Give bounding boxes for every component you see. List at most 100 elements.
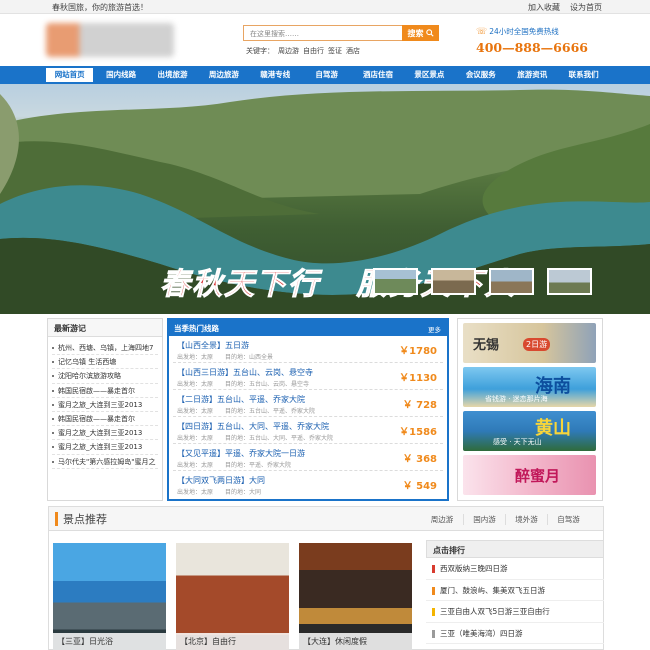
- ranking-title: 点击排行: [426, 540, 604, 558]
- route-item[interactable]: 【二日游】五台山、平遥、乔家大院 出发地：太原 目的地：五台山、平遥、乔家大院 …: [173, 390, 443, 417]
- promo-title: 无锡: [473, 338, 500, 353]
- route-item[interactable]: 【四日游】五台山、大同、平遥、乔家大院 出发地：太原 目的地：五台山、大同、平遥…: [173, 417, 443, 444]
- journals-title: 最新游记: [48, 319, 162, 337]
- keyword-link[interactable]: 酒店: [346, 46, 360, 56]
- hotline-label-text: 24小时全国免费热线: [489, 27, 559, 36]
- route-name[interactable]: 【山西全景】五日游: [177, 340, 249, 351]
- scenic-tabs: 周边游 国内游 境外游 自驾游: [421, 514, 589, 525]
- promo-banner-huangshan[interactable]: 黄山 感受 · 天下无山: [463, 411, 596, 451]
- journal-item[interactable]: 杭州、西塘、乌镇，上海四地7: [52, 341, 158, 356]
- hot-routes-title: 当季热门线路: [174, 324, 219, 333]
- route-price: ￥1586: [399, 427, 437, 438]
- journal-item[interactable]: 蜜月之旅_大连到三亚2013: [52, 426, 158, 441]
- route-price: ￥1130: [399, 373, 437, 384]
- scenic-photo-dalian[interactable]: 【大连】休闲度假: [299, 543, 412, 650]
- route-name[interactable]: 【山西三日游】五台山、云岗、悬空寺: [177, 367, 313, 378]
- route-name[interactable]: 【四日游】五台山、大同、平遥、乔家大院: [177, 421, 329, 432]
- welcome-text: 春秋国旅，你的旅游首选！: [52, 3, 148, 12]
- tab-domestic[interactable]: 国内游: [463, 514, 505, 525]
- site-logo[interactable]: [46, 23, 174, 57]
- scenic-photo-sanya[interactable]: 【三亚】日光浴: [53, 543, 166, 650]
- ranking-item[interactable]: 厦门、鼓浪屿、集美双飞五日游: [426, 580, 604, 601]
- promo-banner-wuxi[interactable]: 无锡 2日游: [463, 323, 596, 363]
- ranking-item[interactable]: 三亚自由人双飞5日游三亚自由行: [426, 601, 604, 623]
- route-price: ￥ 728: [402, 400, 437, 411]
- latest-journals-panel: 最新游记 杭州、西塘、乌镇，上海四地7 记忆乌镇 生活西塘 沈阳哈尔滨旅游攻略 …: [47, 318, 163, 501]
- route-meta: 出发地：太原 目的地：平遥、乔家大院: [177, 462, 292, 469]
- nav-item-selfdrive[interactable]: 自驾游: [301, 66, 352, 84]
- tab-overseas[interactable]: 境外游: [505, 514, 547, 525]
- search-button[interactable]: 搜索: [402, 25, 439, 41]
- tab-nearby[interactable]: 周边游: [421, 514, 463, 525]
- route-name[interactable]: 【大同双飞两日游】大同: [177, 475, 265, 486]
- keywords-label: 关键字：: [246, 47, 274, 55]
- route-meta: 出发地：太原 目的地：五台山、平遥、乔家大院: [177, 408, 316, 415]
- scenic-photo-beijing[interactable]: 【北京】自由行: [176, 543, 289, 650]
- route-meta: 出发地：太原 目的地：大同: [177, 489, 262, 496]
- journal-item[interactable]: 记忆乌镇 生活西塘: [52, 355, 158, 370]
- banner-thumbnail[interactable]: [547, 268, 592, 295]
- nav-item-home[interactable]: 网站首页: [44, 66, 96, 84]
- hot-routes-panel: 当季热门线路 更多 【山西全景】五日游 出发地：太原 目的地：山西全景 ￥178…: [167, 318, 449, 501]
- route-item[interactable]: 【又见平遥】平遥、乔家大院一日游 出发地：太原 目的地：平遥、乔家大院 ￥ 36…: [173, 444, 443, 471]
- ranking-item[interactable]: 三亚（唯美海湾）四日游: [426, 623, 604, 644]
- nav-item-news[interactable]: 旅游资讯: [507, 66, 558, 84]
- set-homepage-link[interactable]: 设为首页: [570, 2, 602, 13]
- scenic-header: 景点推荐 周边游 国内游 境外游 自驾游: [49, 507, 603, 531]
- nav-item-contact[interactable]: 联系我们: [558, 66, 609, 84]
- bookmark-link[interactable]: 加入收藏: [528, 2, 560, 13]
- journal-item[interactable]: 沈阳哈尔滨旅游攻略: [52, 369, 158, 384]
- main-nav: 网站首页 国内线路 出境旅游 周边旅游 赣港专线 自驾游 酒店住宿 景区景点 会…: [0, 66, 650, 84]
- nav-item-nearby[interactable]: 周边旅游: [198, 66, 249, 84]
- journal-item[interactable]: 韩国民宿啟——暴走首尔: [52, 412, 158, 427]
- banner-thumbnail[interactable]: [373, 268, 418, 295]
- hotline-number: 400—888—6666: [476, 40, 588, 55]
- journal-item[interactable]: 蜜月之旅_大连到三亚2013: [52, 398, 158, 412]
- promo-banner-hainan[interactable]: 海南 省钱游 · 迷恋那片海: [463, 367, 596, 407]
- more-link[interactable]: 更多: [428, 324, 441, 334]
- promo-subtitle: 省钱游 · 迷恋那片海: [485, 395, 548, 403]
- nav-item-special[interactable]: 赣港专线: [250, 66, 301, 84]
- nav-item-domestic[interactable]: 国内线路: [95, 66, 146, 84]
- route-item[interactable]: 【山西全景】五日游 出发地：太原 目的地：山西全景 ￥1780: [173, 336, 443, 363]
- route-meta: 出发地：太原 目的地：五台山、大同、平遥、乔家大院: [177, 435, 334, 442]
- route-name[interactable]: 【二日游】五台山、平遥、乔家大院: [177, 394, 305, 405]
- nav-item-hotel[interactable]: 酒店住宿: [352, 66, 403, 84]
- header: 在这里搜索…… 搜索 关键字： 周边游 自由行 签证 酒店 ☏ 24小时全国免费…: [0, 15, 650, 65]
- route-price: ￥1780: [399, 346, 437, 357]
- ranking-item[interactable]: 西双版纳三晚四日游: [426, 558, 604, 580]
- phone-icon: ☏: [476, 26, 488, 37]
- search-button-label: 搜索: [407, 28, 424, 38]
- banner-thumbnail[interactable]: [489, 268, 534, 295]
- journal-item[interactable]: 韩国民宿啟——暴走首尔: [52, 384, 158, 398]
- keyword-link[interactable]: 自由行: [303, 46, 324, 56]
- keyword-link[interactable]: 签证: [328, 46, 342, 56]
- promo-title: 醉蜜月: [515, 467, 561, 485]
- search-input[interactable]: 在这里搜索……: [243, 25, 403, 41]
- promo-banner-honeymoon[interactable]: 醉蜜月: [463, 455, 596, 495]
- journal-item[interactable]: 马尔代夫"第六感拉姆岛"蜜月之: [52, 455, 158, 469]
- search-keywords: 关键字： 周边游 自由行 签证 酒店: [246, 46, 360, 56]
- promo-subtitle: 2日游: [523, 338, 551, 351]
- nav-item-scenic[interactable]: 景区景点: [404, 66, 455, 84]
- scenic-title: 景点推荐: [63, 513, 107, 526]
- route-price: ￥ 549: [402, 481, 437, 492]
- nav-item-outbound[interactable]: 出境旅游: [147, 66, 198, 84]
- hotline-label: ☏ 24小时全国免费热线: [476, 26, 559, 37]
- banner-thumbnail[interactable]: [431, 268, 476, 295]
- tab-selfdrive[interactable]: 自驾游: [547, 514, 589, 525]
- route-name[interactable]: 【又见平遥】平遥、乔家大院一日游: [177, 448, 305, 459]
- route-item[interactable]: 【山西三日游】五台山、云岗、悬空寺 出发地：太原 目的地：五台山、云岗、悬空寺 …: [173, 363, 443, 390]
- banner-thumbnails: [373, 268, 592, 295]
- journal-item[interactable]: 蜜月之旅_大连到三亚2013: [52, 440, 158, 455]
- route-meta: 出发地：太原 目的地：山西全景: [177, 354, 274, 361]
- route-meta: 出发地：太原 目的地：五台山、云岗、悬空寺: [177, 381, 310, 388]
- top-bar: 春秋国旅，你的旅游首选！ 加入收藏 设为首页: [0, 0, 650, 14]
- keyword-link[interactable]: 周边游: [278, 46, 299, 56]
- hot-routes-header: 当季热门线路 更多: [169, 320, 447, 336]
- nav-item-meeting[interactable]: 会议服务: [455, 66, 506, 84]
- section-accent-bar: [55, 512, 58, 526]
- click-ranking-panel: 点击排行 西双版纳三晚四日游 厦门、鼓浪屿、集美双飞五日游 三亚自由人双飞5日游…: [426, 540, 604, 650]
- route-item[interactable]: 【大同双飞两日游】大同 出发地：太原 目的地：大同 ￥ 549: [173, 471, 443, 498]
- promo-banners: 无锡 2日游 海南 省钱游 · 迷恋那片海 黄山 感受 · 天下无山 醉蜜月: [457, 318, 603, 501]
